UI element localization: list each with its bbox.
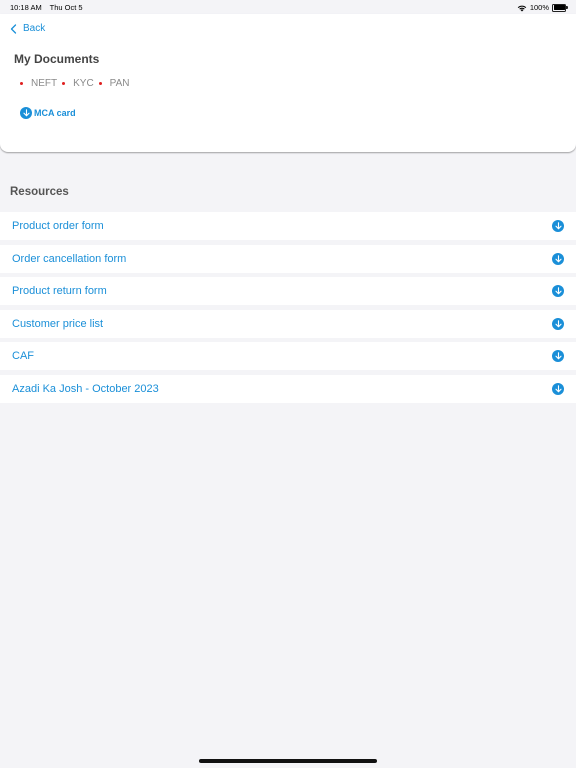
resource-label: Order cancellation form (12, 252, 127, 265)
download-icon[interactable] (552, 350, 564, 363)
tag-label: NEFT (31, 78, 58, 89)
status-date: Thu Oct 5 (49, 3, 83, 12)
resource-label: CAF (12, 350, 34, 363)
resource-item-azadi-ka-josh[interactable]: Azadi Ka Josh - October 2023 (0, 374, 576, 403)
document-tag-neft: NEFT (20, 78, 57, 89)
resource-label: Customer price list (12, 317, 104, 330)
status-dot-icon (20, 82, 23, 85)
resource-label: Product return form (12, 285, 107, 298)
document-tag-kyc: KYC (62, 78, 94, 89)
download-icon (20, 107, 32, 119)
resource-label: Product order form (12, 220, 104, 232)
download-icon[interactable] (552, 252, 564, 265)
download-icon[interactable] (552, 285, 564, 298)
home-indicator[interactable] (199, 759, 377, 763)
status-dot-icon (98, 82, 102, 85)
document-tag-pan: PAN (98, 78, 130, 89)
download-icon[interactable] (552, 317, 564, 330)
resource-label: Azadi Ka Josh - October 2023 (12, 382, 159, 395)
status-time: 10:18 AM (10, 3, 42, 12)
chevron-left-icon (10, 23, 17, 34)
back-button[interactable]: Back (10, 23, 45, 34)
mca-card-label: MCA card (34, 108, 76, 118)
resource-item-customer-price-list[interactable]: Customer price list (0, 309, 576, 338)
status-left: 10:18 AM Thu Oct 5 (10, 3, 89, 12)
status-right: 100% (517, 3, 568, 12)
tag-label: PAN (109, 78, 130, 89)
battery-percentage: 100% (529, 3, 549, 12)
resource-item-caf[interactable]: CAF (0, 342, 576, 371)
download-icon[interactable] (552, 382, 564, 395)
mca-card-download-button[interactable]: MCA card (20, 107, 76, 119)
document-tags: NEFT KYC PAN (20, 78, 135, 89)
status-bar: 10:18 AM Thu Oct 5 100% (0, 0, 576, 14)
resource-item-order-cancellation-form[interactable]: Order cancellation form (0, 244, 576, 273)
resource-item-product-return-form[interactable]: Product return form (0, 277, 576, 306)
download-icon[interactable] (552, 220, 564, 232)
resource-list: Product order form Order cancellation fo… (0, 212, 576, 408)
status-dot-icon (62, 82, 66, 85)
wifi-icon (517, 5, 527, 11)
resources-title: Resources (10, 186, 69, 198)
back-label: Back (23, 23, 46, 34)
tag-label: KYC (73, 78, 94, 89)
resource-item-product-order-form[interactable]: Product order form (0, 212, 576, 240)
documents-card: Back My Documents NEFT KYC PAN MCA card (0, 14, 576, 152)
battery-icon (552, 3, 568, 12)
documents-title: My Documents (14, 52, 100, 66)
